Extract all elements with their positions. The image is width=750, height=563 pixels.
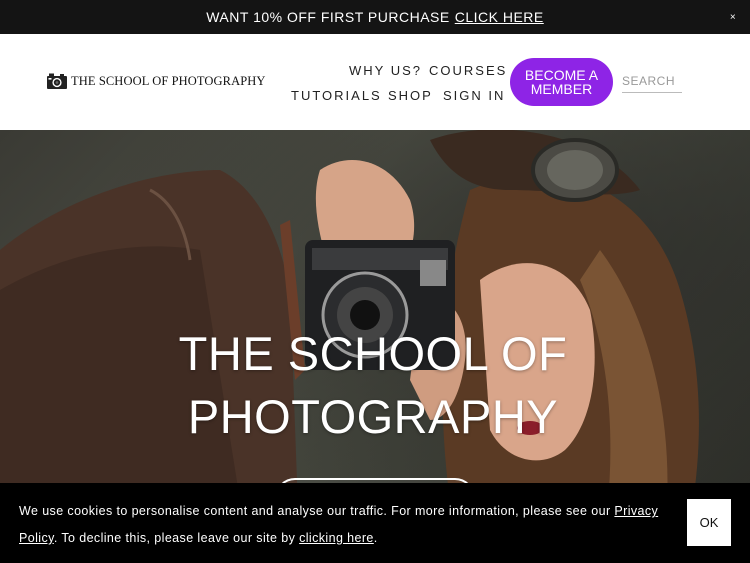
announcement-link[interactable]: CLICK HERE (455, 9, 544, 25)
camera-logo-icon (47, 73, 67, 89)
member-button-line1: BECOME A (524, 67, 599, 83)
logo-text: THE SCHOOL OF PHOTOGRAPHY (71, 73, 266, 88)
hero-title-line1: THE SCHOOL OF (178, 327, 568, 380)
announcement-bar: WANT 10% OFF FIRST PURCHASE CLICK HERE × (0, 0, 750, 34)
cookie-banner: We use cookies to personalise content an… (0, 483, 750, 563)
cookie-message: We use cookies to personalise content an… (19, 498, 659, 552)
become-member-button[interactable]: BECOME A MEMBER (510, 58, 613, 106)
nav-sign-in[interactable]: SIGN IN (443, 88, 505, 103)
cookie-text-1: We use cookies to personalise content an… (19, 504, 615, 518)
hero-title-line2: PHOTOGRAPHY (187, 390, 559, 443)
close-icon[interactable]: × (716, 0, 750, 34)
cookie-text-2: . To decline this, please leave our site… (53, 531, 300, 545)
hero-title: THE SCHOOL OF PHOTOGRAPHY (0, 322, 746, 448)
site-header: THE SCHOOL OF PHOTOGRAPHY WHY US? COURSE… (0, 34, 750, 130)
nav-why-us[interactable]: WHY US? (349, 63, 422, 78)
decline-link[interactable]: clicking here (299, 531, 374, 545)
nav-courses[interactable]: COURSES (429, 63, 507, 78)
logo[interactable]: THE SCHOOL OF PHOTOGRAPHY (46, 70, 266, 92)
nav-shop[interactable]: SHOP (388, 88, 433, 103)
cookie-ok-button[interactable]: OK (687, 499, 731, 546)
announcement-text: WANT 10% OFF FIRST PURCHASE (206, 9, 450, 25)
nav-tutorials[interactable]: TUTORIALS (291, 88, 382, 103)
search-input[interactable] (622, 69, 682, 93)
member-button-line2: MEMBER (530, 81, 593, 97)
cookie-text-3: . (373, 531, 378, 545)
